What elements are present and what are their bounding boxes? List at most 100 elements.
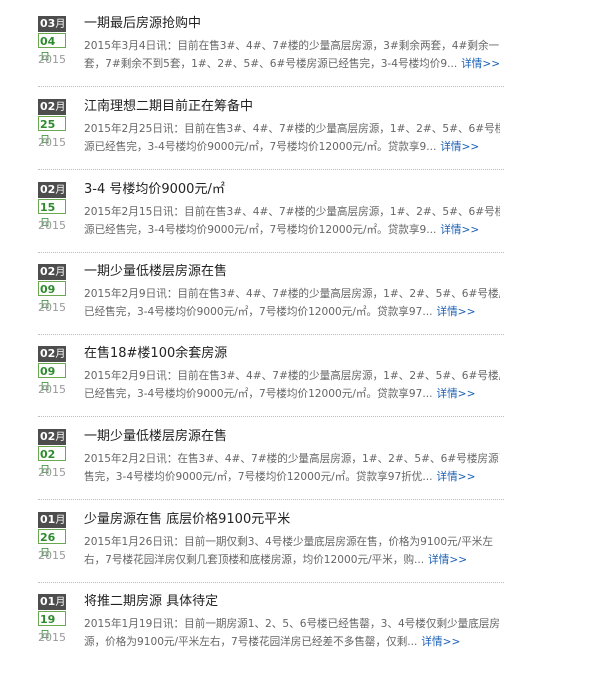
summary-line-last: 已经售完，3-4号楼均价9000元/㎡，7号楼均价12000元/㎡。贷款享97.… [84, 303, 500, 321]
summary-line-last: 源，价格为9100元/平米左右，7号楼花园洋房已经差不多售罄，仅剩... 详情>> [84, 633, 500, 651]
news-summary: 2015年3月4日讯：目前在售3#、4#、7#楼的少量高层房源，3#剩余两套，4… [84, 37, 500, 73]
more-details-link[interactable]: 详情>> [440, 224, 479, 236]
news-title-link[interactable]: 在售18#楼100余套房源 [84, 345, 504, 363]
summary-line-last: 源已经售完，3-4号楼均价9000元/㎡，7号楼均价12000元/㎡。贷款享9.… [84, 138, 500, 156]
news-summary: 2015年2月25日讯：目前在售3#、4#、7#楼的少量高层房源，1#、2#、5… [84, 120, 500, 156]
day-value: 04 [40, 35, 56, 48]
year-label: 2015 [38, 631, 66, 644]
month-badge: 01月 [38, 512, 66, 528]
summary-line: 2015年1月19日讯：目前一期房源1、2、5、6号楼已经售罄，3、4号楼仅剩少… [84, 618, 500, 630]
day-value: 02 [40, 448, 56, 461]
summary-text: 源，价格为9100元/平米左右，7号楼花园洋房已经差不多售罄，仅剩... [84, 636, 418, 648]
summary-text: 已经售完，3-4号楼均价9000元/㎡，7号楼均价12000元/㎡。贷款享97.… [84, 306, 433, 318]
year-label: 2015 [38, 301, 66, 314]
day-badge: 25日 [38, 116, 66, 146]
news-summary: 2015年1月19日讯：目前一期房源1、2、5、6号楼已经售罄，3、4号楼仅剩少… [84, 615, 500, 651]
summary-line: 2015年3月4日讯：目前在售3#、4#、7#楼的少量高层房源，3#剩余两套，4… [84, 40, 500, 52]
month-value: 02 [40, 430, 56, 443]
month-unit: 月 [55, 597, 66, 608]
news-title-link[interactable]: 一期最后房源抢购中 [84, 15, 504, 33]
news-item: 01月 26日 2015 少量房源在售 底层价格9100元平米 2015年1月26日讯：… [38, 512, 504, 594]
news-summary: 2015年2月2日讯：在售3#、4#、7#楼的少量高层房源，1#、2#、5#、6… [84, 450, 500, 486]
year-label: 2015 [38, 219, 66, 232]
news-item: 02月 25日 2015 江南理想二期目前正在筹备中 2015年2月25日讯：目前在售3… [38, 99, 504, 181]
day-value: 26 [40, 531, 56, 544]
more-details-link[interactable]: 详情>> [437, 306, 476, 318]
month-unit: 月 [55, 432, 66, 443]
year-label: 2015 [38, 53, 66, 66]
summary-text: 套，7#剩余不到5套，1#、2#、5#、6#号楼房源已经售完，3-4号楼均价9.… [84, 58, 458, 70]
month-value: 02 [40, 183, 56, 196]
month-unit: 月 [55, 102, 66, 113]
news-title-link[interactable]: 一期少量低楼层房源在售 [84, 428, 504, 446]
summary-line: 2015年2月9日讯：目前在售3#、4#、7#楼的少量高层房源，1#、2#、5#… [84, 370, 500, 382]
news-item: 02月 15日 2015 3-4 号楼均价9000元/㎡ 2015年2月15日讯：目前在… [38, 182, 504, 264]
day-badge: 19日 [38, 611, 66, 641]
day-badge: 09日 [38, 363, 66, 393]
month-unit: 月 [55, 515, 66, 526]
summary-line: 2015年2月2日讯：在售3#、4#、7#楼的少量高层房源，1#、2#、5#、6… [84, 453, 500, 465]
month-badge: 02月 [38, 346, 66, 362]
month-value: 03 [40, 17, 56, 30]
month-value: 02 [40, 347, 56, 360]
news-title-link[interactable]: 少量房源在售 底层价格9100元平米 [84, 511, 504, 529]
news-item: 02月 09日 2015 在售18#楼100余套房源 2015年2月9日讯：目前在售3#… [38, 346, 504, 428]
month-value: 02 [40, 265, 56, 278]
summary-text: 售完，3-4号楼均价9000元/㎡，7号楼均价12000元/㎡。贷款享97折优.… [84, 471, 433, 483]
summary-line: 2015年2月15日讯：目前在售3#、4#、7#楼的少量高层房源，1#、2#、5… [84, 206, 500, 218]
month-unit: 月 [55, 19, 66, 30]
month-unit: 月 [55, 267, 66, 278]
year-label: 2015 [38, 136, 66, 149]
day-value: 15 [40, 201, 56, 214]
summary-line-last: 售完，3-4号楼均价9000元/㎡，7号楼均价12000元/㎡。贷款享97折优.… [84, 468, 500, 486]
news-list: 03月 04日 2015 一期最后房源抢购中 2015年3月4日讯：目前在售3#、4#、… [0, 0, 606, 648]
month-badge: 03月 [38, 16, 66, 32]
summary-text: 已经售完，3-4号楼均价9000元/㎡，7号楼均价12000元/㎡。贷款享97.… [84, 388, 433, 400]
news-summary: 2015年2月9日讯：目前在售3#、4#、7#楼的少量高层房源，1#、2#、5#… [84, 285, 500, 321]
news-summary: 2015年2月15日讯：目前在售3#、4#、7#楼的少量高层房源，1#、2#、5… [84, 203, 500, 239]
more-details-link[interactable]: 详情>> [440, 141, 479, 153]
day-value: 19 [40, 613, 56, 626]
month-unit: 月 [55, 185, 66, 196]
summary-line: 2015年2月9日讯：目前在售3#、4#、7#楼的少量高层房源，1#、2#、5#… [84, 288, 500, 300]
month-value: 01 [40, 595, 56, 608]
day-badge: 04日 [38, 33, 66, 63]
year-label: 2015 [38, 466, 66, 479]
more-details-link[interactable]: 详情>> [428, 554, 467, 566]
month-badge: 02月 [38, 429, 66, 445]
day-badge: 02日 [38, 446, 66, 476]
day-value: 09 [40, 365, 56, 378]
news-item: 02月 09日 2015 一期少量低楼层房源在售 2015年2月9日讯：目前在售3#、4… [38, 264, 504, 346]
day-value: 09 [40, 283, 56, 296]
month-value: 01 [40, 513, 56, 526]
summary-line-last: 右，7号楼花园洋房仅剩几套顶楼和底楼房源，均价12000元/平米，购... 详情>… [84, 551, 500, 569]
news-title-link[interactable]: 江南理想二期目前正在筹备中 [84, 98, 504, 116]
summary-line: 2015年2月25日讯：目前在售3#、4#、7#楼的少量高层房源，1#、2#、5… [84, 123, 500, 135]
news-title-link[interactable]: 3-4 号楼均价9000元/㎡ [84, 181, 504, 199]
day-badge: 15日 [38, 199, 66, 229]
more-details-link[interactable]: 详情>> [437, 471, 476, 483]
month-value: 02 [40, 100, 56, 113]
more-details-link[interactable]: 详情>> [437, 388, 476, 400]
month-badge: 01月 [38, 594, 66, 610]
summary-line: 2015年1月26日讯：目前一期仅剩3、4号楼少量底层房源在售，价格为9100元… [84, 536, 493, 548]
month-badge: 02月 [38, 264, 66, 280]
more-details-link[interactable]: 详情>> [421, 636, 460, 648]
day-value: 25 [40, 118, 56, 131]
year-label: 2015 [38, 383, 66, 396]
summary-text: 右，7号楼花园洋房仅剩几套顶楼和底楼房源，均价12000元/平米，购... [84, 554, 425, 566]
news-title-link[interactable]: 一期少量低楼层房源在售 [84, 263, 504, 281]
news-item: 03月 04日 2015 一期最后房源抢购中 2015年3月4日讯：目前在售3#、4#、… [38, 16, 504, 98]
year-label: 2015 [38, 549, 66, 562]
summary-text: 源已经售完，3-4号楼均价9000元/㎡，7号楼均价12000元/㎡。贷款享9.… [84, 141, 437, 153]
news-item: 02月 02日 2015 一期少量低楼层房源在售 2015年2月2日讯：在售3#、4#、… [38, 429, 504, 511]
day-badge: 09日 [38, 281, 66, 311]
summary-line-last: 已经售完，3-4号楼均价9000元/㎡，7号楼均价12000元/㎡。贷款享97.… [84, 385, 500, 403]
month-badge: 02月 [38, 182, 66, 198]
day-badge: 26日 [38, 529, 66, 559]
month-unit: 月 [55, 349, 66, 360]
news-title-link[interactable]: 将推二期房源 具体待定 [84, 593, 504, 611]
more-details-link[interactable]: 详情>> [461, 58, 500, 70]
news-summary: 2015年1月26日讯：目前一期仅剩3、4号楼少量底层房源在售，价格为9100元… [84, 533, 500, 569]
news-summary: 2015年2月9日讯：目前在售3#、4#、7#楼的少量高层房源，1#、2#、5#… [84, 367, 500, 403]
